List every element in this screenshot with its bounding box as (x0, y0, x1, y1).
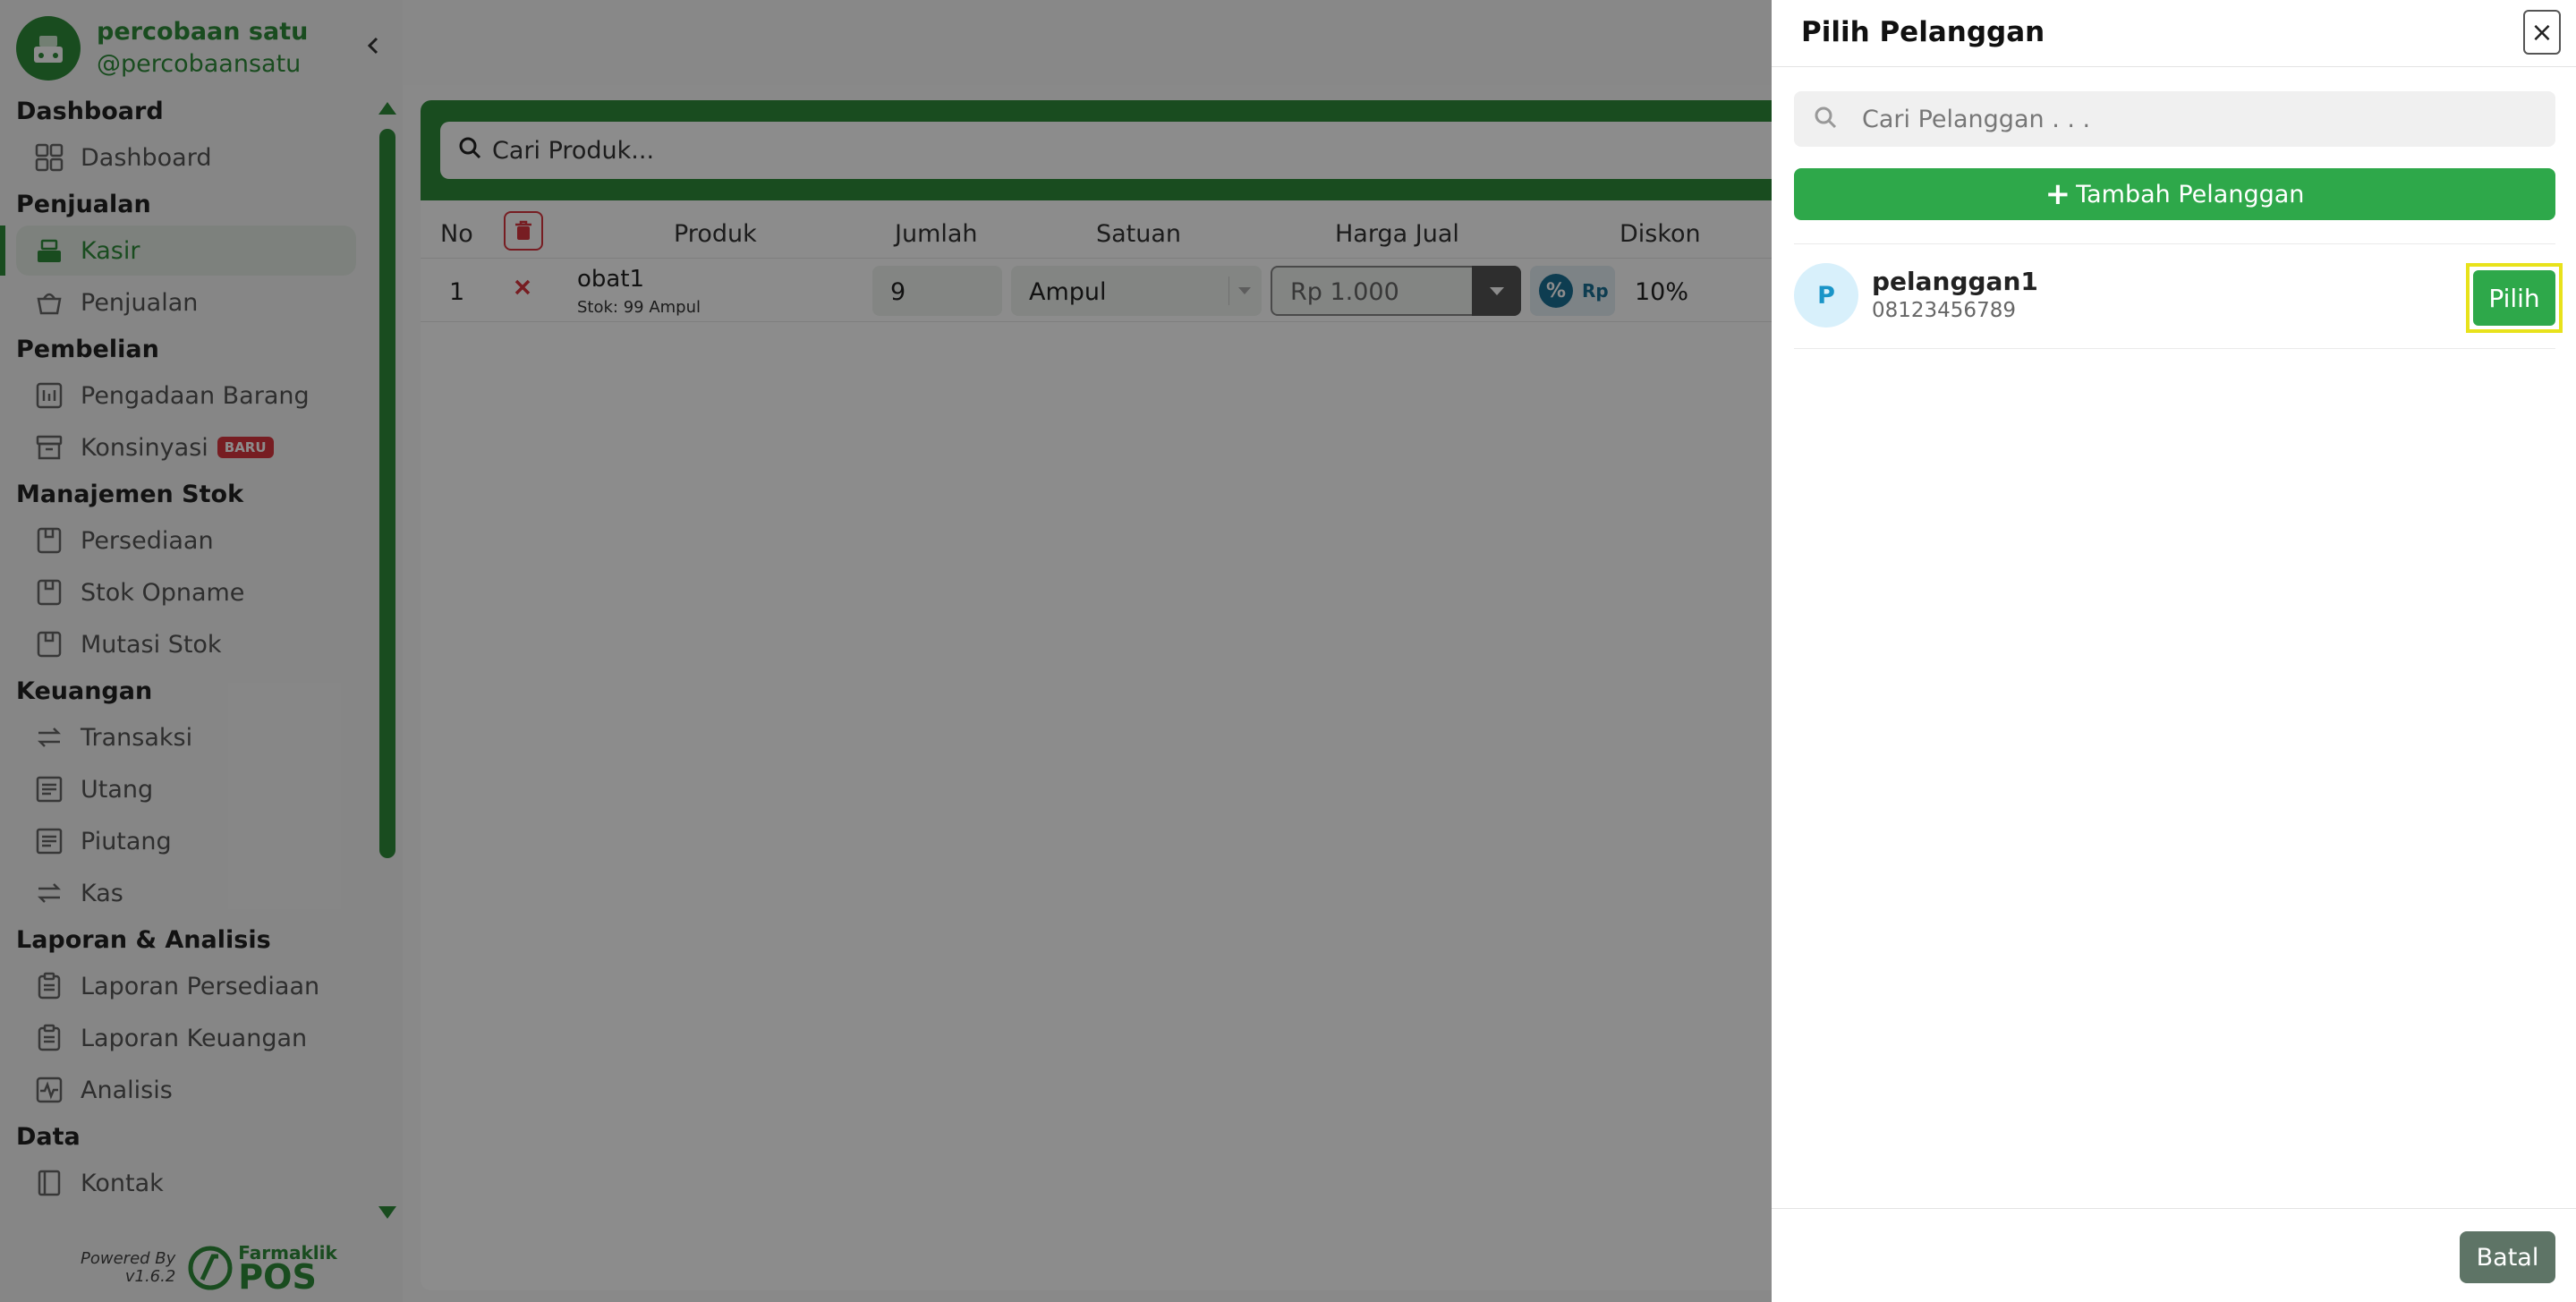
search-icon (1814, 106, 1837, 132)
customer-list-item: P pelanggan1 08123456789 Pilih (1794, 245, 2563, 349)
close-drawer-button[interactable]: × (2523, 10, 2561, 55)
select-customer-drawer: Pilih Pelanggan × + Tambah Pelanggan P p… (1772, 0, 2576, 1302)
customer-search[interactable] (1794, 91, 2555, 147)
avatar: P (1794, 263, 1858, 328)
plus-icon: + (2045, 176, 2071, 212)
customer-name: pelanggan1 (1872, 267, 2038, 296)
customer-search-input[interactable] (1862, 105, 2488, 133)
pick-customer-button[interactable]: Pilih (2473, 270, 2555, 326)
cancel-button[interactable]: Batal (2460, 1231, 2555, 1283)
add-customer-button[interactable]: + Tambah Pelanggan (1794, 168, 2555, 220)
add-customer-label: Tambah Pelanggan (2076, 180, 2305, 208)
customer-phone: 08123456789 (1872, 299, 2016, 322)
close-icon: × (2530, 16, 2554, 48)
drawer-title: Pilih Pelanggan (1801, 16, 2045, 48)
pick-button-highlight: Pilih (2466, 263, 2563, 333)
